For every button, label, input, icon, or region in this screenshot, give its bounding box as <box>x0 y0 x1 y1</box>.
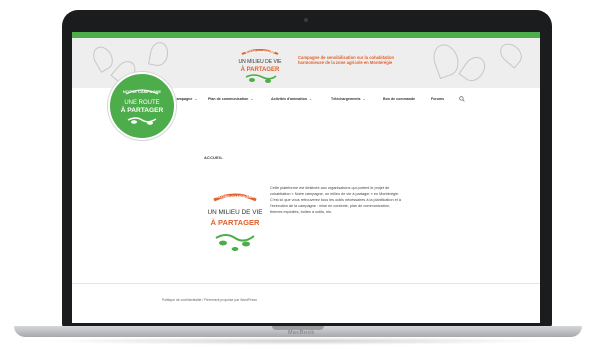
content-campaign-logo: NOTRE CAMPAGNE UN MILIEU DE VIE À PARTAG… <box>207 193 263 251</box>
round-logo-line-1: UNE ROUTE <box>124 100 159 106</box>
nav-label: Activités d'animation <box>271 97 308 101</box>
round-logo-line-2: À PARTAGER <box>121 105 164 114</box>
logo-line-1: UN MILIEU DE VIE <box>238 59 282 65</box>
search-icon[interactable] <box>459 96 465 102</box>
nav-item-telechargements[interactable]: Téléchargements ⌄ <box>331 97 365 101</box>
device-brand-label: MacBook <box>288 330 315 336</box>
content-logo-line-2: À PARTAGER <box>210 218 260 227</box>
content-logo-badge: NOTRE CAMPAGNE <box>216 194 254 199</box>
nav-label: Forums <box>431 97 445 101</box>
chevron-down-icon: ⌄ <box>194 97 198 101</box>
chevron-down-icon: ⌄ <box>309 97 312 101</box>
nav-label: Téléchargements <box>331 97 361 101</box>
chevron-down-icon: ⌄ <box>362 97 366 101</box>
page-title: ACCUEIL <box>204 156 223 160</box>
campaign-logo[interactable]: NOTRE CAMPAGNE UN MILIEU DE VIE À PARTAG… <box>232 46 288 86</box>
site-logo-round[interactable]: NOTRE CAMPAGNE UNE ROUTE À PARTAGER <box>108 72 176 140</box>
nav-item-activites-d-animation[interactable]: Activités d'animation ⌄ <box>271 97 312 101</box>
nav-item-forums[interactable]: Forums <box>431 97 444 101</box>
intro-paragraph: Cette plateforme est destinée aux organi… <box>270 186 401 214</box>
leaf-decoration <box>89 43 117 73</box>
nav-label: Campagne <box>174 97 193 101</box>
logo-badge-text: NOTRE CAMPAGNE <box>245 50 275 54</box>
round-logo-badge: NOTRE CAMPAGNE <box>123 89 161 94</box>
nav-item-campagne[interactable]: Campagne ⌄ <box>174 97 197 101</box>
nav-label: Plan de communication <box>208 97 249 101</box>
footer-divider <box>72 283 540 284</box>
site-footer: Politique de confidentialité / Fièrement… <box>162 298 257 302</box>
nav-label: Bon de commande <box>383 97 416 101</box>
leaf-decoration <box>496 39 526 69</box>
logo-line-2: À PARTAGER <box>241 66 280 73</box>
chevron-down-icon: ⌄ <box>250 97 254 101</box>
campaign-tagline: Campagne de sensibilisation sur la cohab… <box>298 55 395 66</box>
nav-item-plan-de-communication[interactable]: Plan de communication ⌄ <box>208 97 253 101</box>
round-logo-graphic: NOTRE CAMPAGNE UNE ROUTE À PARTAGER <box>121 89 164 125</box>
leaf-decoration <box>148 40 170 68</box>
content-logo-line-1: UN MILIEU DE VIE <box>207 209 262 216</box>
nav-item-bon-de-commande[interactable]: Bon de commande <box>383 97 415 101</box>
camera <box>304 18 308 22</box>
leaf-decoration <box>458 52 490 86</box>
device-shadow <box>40 337 556 345</box>
